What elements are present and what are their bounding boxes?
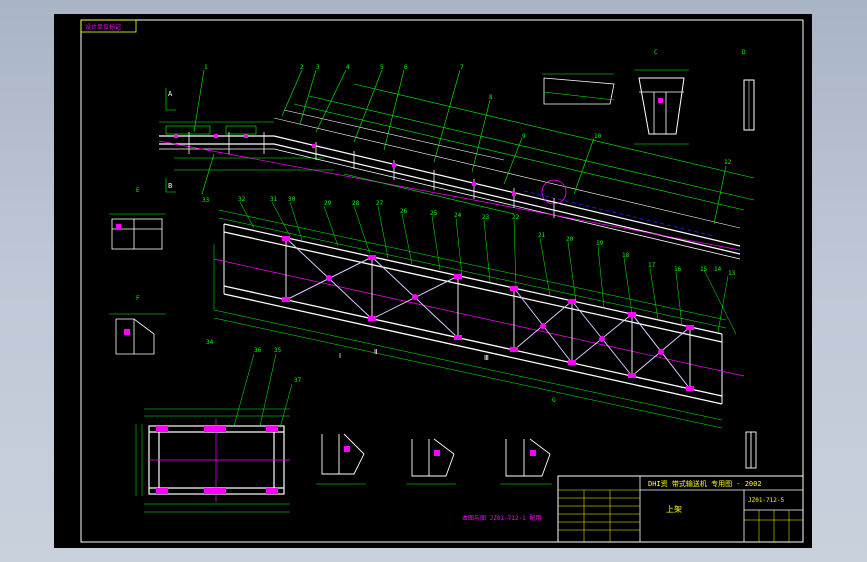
svg-text:E: E [136,187,140,194]
svg-text:D: D [742,49,746,56]
svg-text:16: 16 [674,266,682,273]
svg-text:G: G [552,397,556,404]
svg-text:19: 19 [596,240,604,247]
svg-text:15: 15 [700,266,708,273]
svg-text:21: 21 [538,232,546,239]
svg-text:Ⅰ: Ⅰ [339,352,341,360]
svg-text:B: B [168,182,172,190]
part-name: 上架 [666,505,682,514]
svg-text:26: 26 [400,208,408,215]
svg-text:27: 27 [376,200,384,207]
svg-text:35: 35 [274,347,282,354]
drawing-number: JZ01-712-5 [748,497,785,504]
svg-text:20: 20 [566,236,574,243]
svg-text:13: 13 [728,270,736,277]
svg-text:2: 2 [300,64,304,71]
profile-detail-views: C D [542,49,755,145]
svg-text:18: 18 [622,252,630,259]
left-detail-sections [109,213,166,355]
cross-section-view: 34 36 35 37 [135,339,302,513]
svg-text:24: 24 [454,212,462,219]
plan-view-truss: 32 31 30 29 28 27 26 25 24 23 22 21 20 1… [213,196,745,429]
svg-text:5: 5 [380,64,384,71]
svg-text:32: 32 [238,196,246,203]
title-block: DHI资 带式输送机 专用图 - 2002 JZ01-712-5 上架 [557,475,804,543]
svg-text:1: 1 [204,64,208,71]
stamp-text: 设计单位标记 [85,23,121,31]
lower-detail-sections [321,431,757,477]
svg-text:12: 12 [724,159,732,166]
engineering-drawing: 设计单位标记 1 2 3 4 5 6 7 8 9 10 12 33 A B C … [80,19,804,543]
svg-text:3: 3 [316,64,320,71]
svg-text:23: 23 [482,214,490,221]
svg-text:Ⅲ: Ⅲ [484,354,489,362]
svg-text:28: 28 [352,200,360,207]
project-title: DHI资 带式输送机 专用图 - 2002 [648,479,762,488]
svg-text:9: 9 [522,133,526,140]
svg-text:36: 36 [254,347,262,354]
svg-text:C: C [654,49,658,56]
svg-text:F: F [136,295,140,302]
svg-text:34: 34 [206,339,214,346]
svg-text:7: 7 [460,64,464,71]
svg-text:29: 29 [324,200,332,207]
svg-text:33: 33 [202,197,210,204]
cad-viewport[interactable]: 设计单位标记 1 2 3 4 5 6 7 8 9 10 12 33 A B C … [54,14,812,548]
svg-text:14: 14 [714,266,722,273]
svg-text:17: 17 [648,262,656,269]
svg-text:22: 22 [512,214,520,221]
drawing-border [80,19,804,543]
svg-text:37: 37 [294,377,302,384]
svg-text:Ⅱ: Ⅱ [374,348,377,356]
svg-text:25: 25 [430,210,438,217]
svg-text:8: 8 [489,94,493,101]
drawing-note: 本图与图 JZ01-712-1 配用 [462,514,541,522]
svg-text:A: A [168,90,173,98]
svg-text:31: 31 [270,196,278,203]
svg-text:4: 4 [346,64,350,71]
svg-text:30: 30 [288,196,296,203]
svg-text:6: 6 [404,64,408,71]
svg-text:10: 10 [594,133,602,140]
